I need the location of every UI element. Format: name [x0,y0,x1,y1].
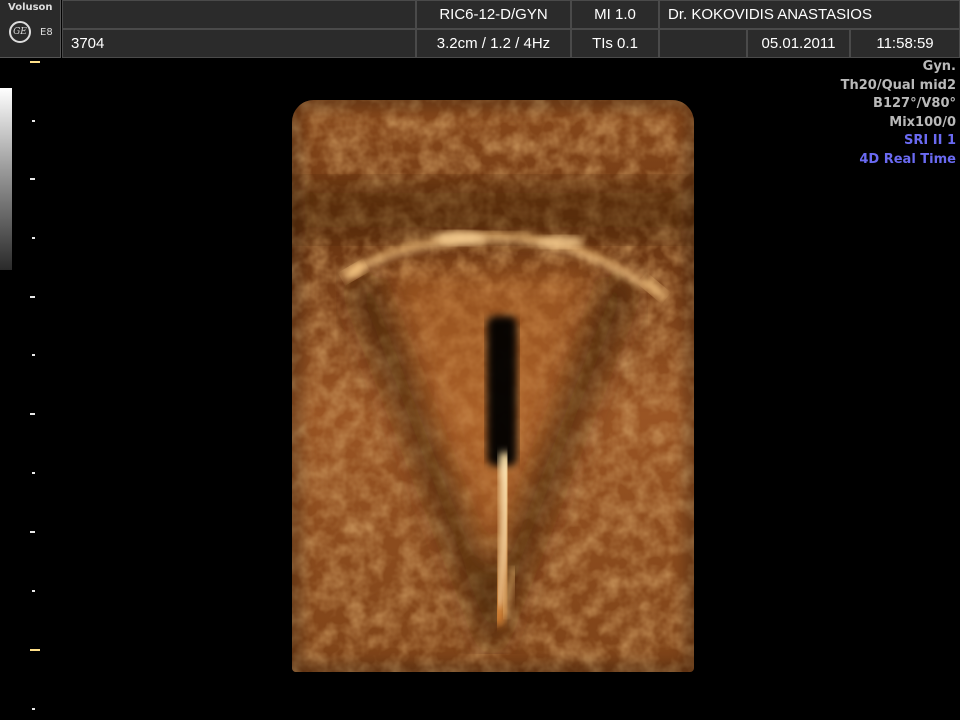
depth-info: 3.2cm / 1.2 / 4Hz [416,29,571,58]
exam-date: 05.01.2011 [747,29,850,58]
patient-id: 3704 [62,29,416,58]
physician-name: Dr. KOKOVIDIS ANASTASIOS [659,0,960,29]
tis-value: TIs 0.1 [571,29,659,58]
exam-time: 11:58:59 [850,29,960,58]
volume-angles: B127°/V80° [873,96,956,111]
threshold-quality: Th20/Qual mid2 [840,77,956,93]
depth-tick [30,413,35,415]
mix-setting: Mix100/0 [889,114,956,130]
depth-tick [30,649,40,651]
probe-label: RIC6-12-D/GYN [416,0,571,29]
header-bar: Voluson GE E8 RIC6-12-D/GYN MI 1.0 Dr. K… [0,0,960,58]
depth-tick [32,354,35,356]
depth-scale [30,58,44,720]
brand-model: E8 [40,27,53,38]
brand-name: Voluson [8,2,53,13]
header-empty-cell [62,0,416,29]
depth-tick [30,531,35,533]
sri-setting: SRI II 1 [904,133,956,148]
header-empty-cell-2 [659,29,747,58]
grayscale-bar [0,88,12,270]
depth-tick [32,120,35,122]
depth-tick [32,708,35,710]
depth-tick [32,590,35,592]
brand-block: Voluson GE E8 [0,0,61,58]
depth-tick [32,472,35,474]
depth-tick [32,237,35,239]
depth-tick [30,296,35,298]
mode-label: 4D Real Time [859,151,956,167]
ultrasound-render-image [292,100,694,672]
ge-logo-icon: GE [9,21,31,43]
exam-preset: Gyn. [922,59,956,74]
acquisition-info-panel: Gyn. Th20/Qual mid2 B127°/V80° Mix100/0 … [841,58,956,169]
mi-value: MI 1.0 [571,0,659,29]
depth-tick [30,61,40,63]
ultrasound-render-viewport[interactable] [292,100,694,672]
depth-tick [30,178,35,180]
